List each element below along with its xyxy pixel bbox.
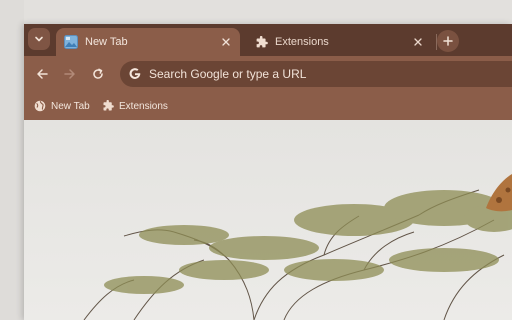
forward-button[interactable]: [61, 65, 79, 83]
close-tab-icon[interactable]: [218, 34, 234, 50]
tab-extensions[interactable]: Extensions: [246, 28, 432, 56]
new-tab-button[interactable]: [437, 30, 459, 52]
puzzle-icon: [101, 99, 115, 113]
globe-icon: [33, 99, 47, 113]
tab-strip: New Tab Extensions: [24, 24, 512, 56]
tab-new-tab[interactable]: New Tab: [56, 28, 240, 56]
bookmarks-bar: New Tab Extensions: [24, 92, 512, 120]
reload-icon: [93, 68, 103, 79]
omnibox-placeholder: Search Google or type a URL: [149, 67, 307, 81]
omnibox[interactable]: Search Google or type a URL: [120, 61, 512, 87]
reload-button[interactable]: [89, 65, 107, 83]
chevron-down-icon: [35, 36, 43, 42]
new-tab-page-background: [24, 120, 512, 320]
tab-search-button[interactable]: [28, 28, 50, 50]
tab-title: New Tab: [85, 36, 128, 48]
plus-icon: [443, 36, 453, 46]
new-tab-favicon-icon: [64, 35, 78, 49]
browser-window: New Tab Extensions Search Google or type…: [24, 24, 512, 320]
bookmark-label: New Tab: [51, 100, 90, 112]
google-g-icon: [126, 65, 144, 83]
puzzle-icon: [254, 35, 268, 49]
tab-title: Extensions: [275, 36, 329, 48]
desktop-left-area: [0, 0, 24, 320]
bookmark-label: Extensions: [119, 100, 168, 112]
acacia-tree-photo: [24, 120, 512, 320]
close-tab-icon[interactable]: [410, 34, 426, 50]
bookmark-new-tab[interactable]: New Tab: [33, 98, 90, 114]
arrow-left-icon: [37, 69, 48, 79]
back-button[interactable]: [33, 65, 51, 83]
toolbar: Search Google or type a URL: [24, 56, 512, 92]
arrow-right-icon: [64, 69, 75, 79]
desktop-top-area: [0, 0, 512, 24]
bookmark-extensions[interactable]: Extensions: [101, 98, 168, 114]
